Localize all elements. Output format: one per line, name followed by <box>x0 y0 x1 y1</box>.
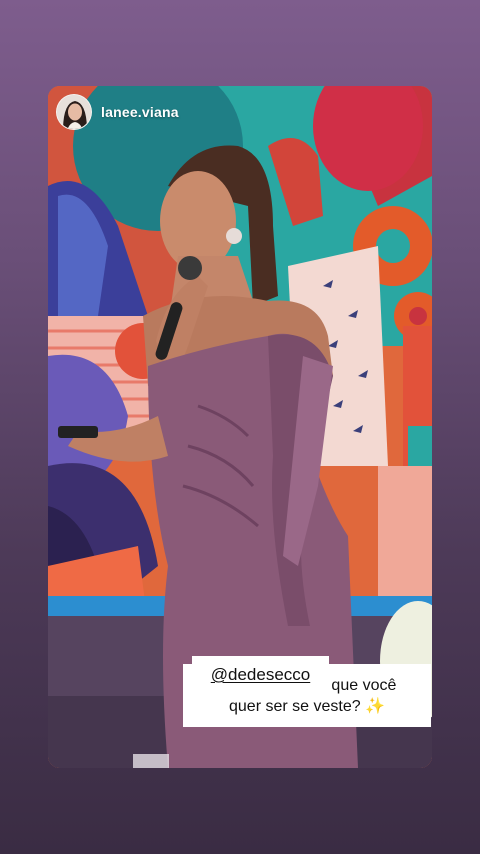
caption-line-2: quer ser se veste? ✨ <box>183 696 431 717</box>
username[interactable]: lanee.viana <box>101 104 179 120</box>
avatar-icon <box>57 95 91 129</box>
sparkles-icon: ✨ <box>365 697 385 715</box>
caption-line-2-text: quer ser se veste? <box>229 697 361 715</box>
profile-avatar[interactable] <box>56 94 92 130</box>
story-header: lanee.viana <box>56 94 179 130</box>
mention-text[interactable]: @dedesecco <box>211 665 311 685</box>
mention-sticker[interactable]: @dedesecco <box>192 656 329 693</box>
